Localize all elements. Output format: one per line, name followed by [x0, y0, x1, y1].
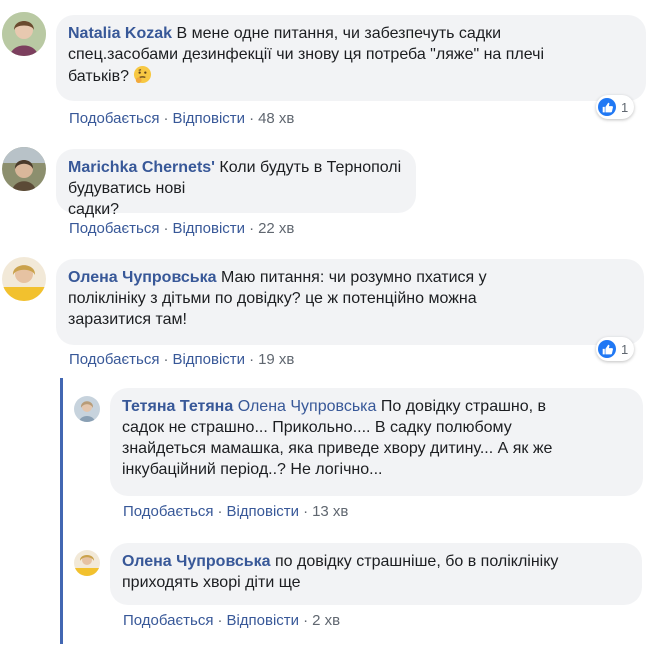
avatar[interactable]	[74, 396, 100, 422]
mention-tag[interactable]: Олена Чупровська	[238, 398, 377, 415]
reply-text: садок не страшно... Прикольно.... В садк…	[122, 419, 512, 436]
reply-text: приходять хворі діти ще	[122, 574, 301, 591]
reply-actions: Подобається · Відповісти · 13 хв	[123, 503, 349, 520]
avatar[interactable]	[74, 550, 100, 576]
comment-text: Маю питання: чи розумно пхатися у	[220, 269, 487, 286]
comment-time[interactable]: 48 хв	[258, 110, 294, 127]
reply-actions: Подобається · Відповісти · 2 хв	[123, 612, 341, 629]
avatar[interactable]	[2, 257, 46, 301]
reaction-summary[interactable]: 1	[596, 95, 635, 119]
reply-text: по довідку страшніше, бо в поліклініку	[274, 553, 559, 570]
comment-actions: Подобається · Відповісти · 22 хв	[69, 220, 295, 237]
comment-text: садки?	[68, 201, 120, 218]
comment-text: поліклініку з дітьми по довідку? це ж по…	[68, 290, 477, 307]
comment-text: спец.засобами дезинфекції чи знову ця по…	[68, 46, 545, 63]
comment-actions: Подобається · Відповісти · 48 хв	[69, 110, 295, 127]
reply-bubble: Олена Чупровська по довідку страшніше, б…	[110, 543, 642, 605]
like-link[interactable]: Подобається	[69, 351, 159, 368]
like-link[interactable]: Подобається	[69, 110, 159, 127]
reply-link[interactable]: Відповісти	[226, 503, 299, 520]
like-icon	[598, 340, 616, 358]
comment-text: батьків?	[68, 68, 129, 85]
comment-text: заразитися там!	[68, 311, 187, 328]
reaction-count: 1	[621, 341, 629, 357]
reply-thread-line	[60, 378, 63, 644]
reply-text: інкубаційний період..? Не логічно...	[122, 461, 383, 478]
reply-author[interactable]: Олена Чупровська	[122, 553, 271, 570]
avatar[interactable]	[2, 12, 46, 56]
reply-link[interactable]: Відповісти	[226, 612, 299, 629]
comment-bubble: Marichka Chernets' Коли будуть в Тернопо…	[56, 149, 416, 218]
avatar[interactable]	[2, 147, 46, 191]
reply-author[interactable]: Тетяна Тетяна	[122, 398, 233, 415]
like-link[interactable]: Подобається	[123, 612, 213, 629]
reply-link[interactable]: Відповісти	[172, 351, 245, 368]
reply-time[interactable]: 2 хв	[312, 612, 340, 629]
comment-author[interactable]: Natalia Kozak	[68, 25, 172, 42]
comment-text: В мене одне питання, чи забезпечуть садк…	[176, 25, 502, 42]
reply-link[interactable]: Відповісти	[172, 110, 245, 127]
reply-time[interactable]: 13 хв	[312, 503, 348, 520]
like-link[interactable]: Подобається	[123, 503, 213, 520]
reply-text: знайдеться мамашка, яка приведе хвору ди…	[122, 440, 553, 457]
thinking-face-icon	[133, 65, 152, 84]
like-link[interactable]: Подобається	[69, 220, 159, 237]
reply-link[interactable]: Відповісти	[172, 220, 245, 237]
comment-author[interactable]: Marichka Chernets'	[68, 159, 215, 176]
reaction-summary[interactable]: 1	[596, 337, 635, 361]
comment-bubble: Natalia Kozak В мене одне питання, чи за…	[56, 15, 646, 101]
comment-bubble: Олена Чупровська Маю питання: чи розумно…	[56, 259, 644, 345]
like-icon	[598, 98, 616, 116]
comment-author[interactable]: Олена Чупровська	[68, 269, 217, 286]
reply-bubble: Тетяна Тетяна Олена Чупровська По довідк…	[110, 388, 643, 496]
reply-text: По довідку страшно, в	[380, 398, 547, 415]
comment-time[interactable]: 22 хв	[258, 220, 294, 237]
reaction-count: 1	[621, 99, 629, 115]
comment-actions: Подобається · Відповісти · 19 хв	[69, 351, 295, 368]
comment-time[interactable]: 19 хв	[258, 351, 294, 368]
